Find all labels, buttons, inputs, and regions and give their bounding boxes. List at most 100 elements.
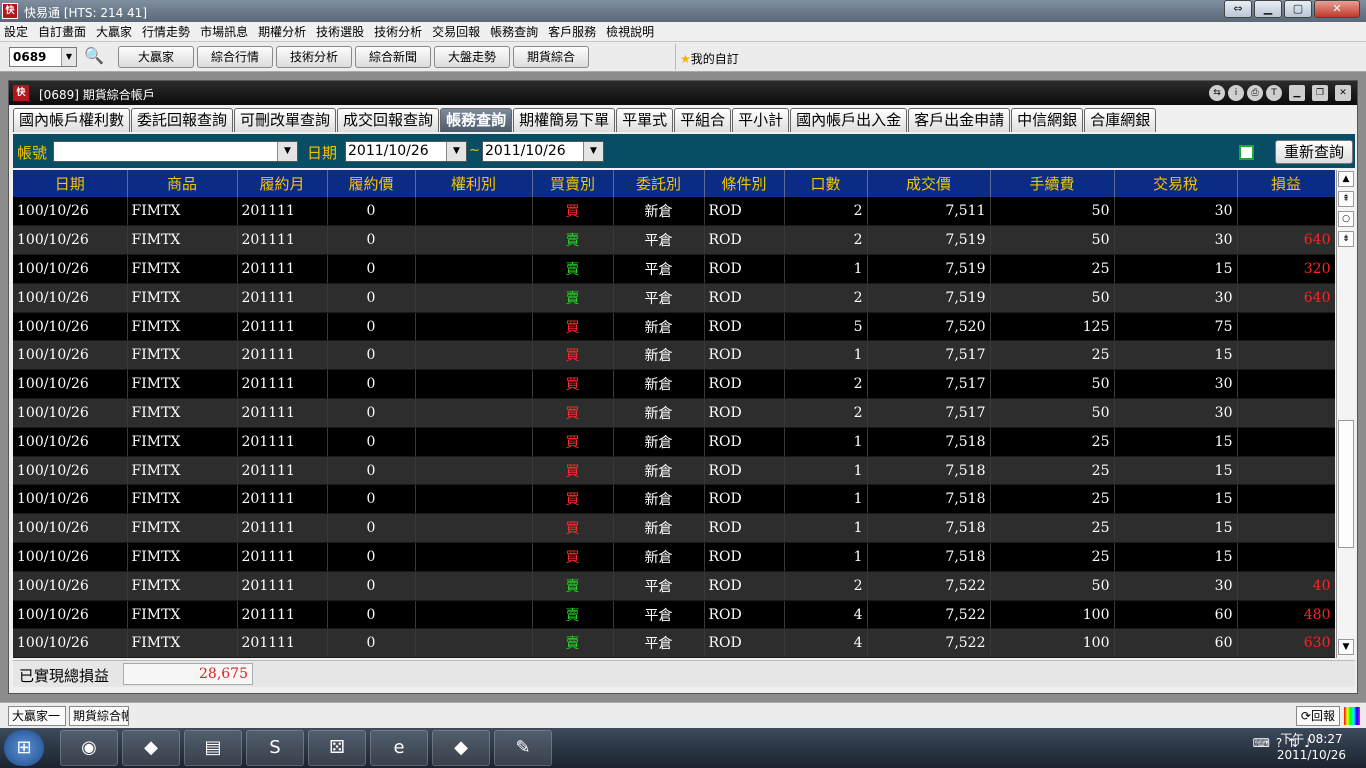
tab-quick-order[interactable]: 期權簡易下單 [513,108,616,132]
technical-analysis-button[interactable]: 技術分析 [276,46,352,68]
tab-close-subtotal[interactable]: 平小計 [732,108,790,132]
stock-code-select[interactable]: 0689 ▼ [9,47,77,67]
table-row[interactable]: 100/10/26 FIMTX 201111 0 賣平倉 ROD 2 7,519 50 30 640 [13,283,1335,313]
col-header-option-type[interactable]: 權利別 [415,170,533,197]
restore-swap-icon[interactable]: ⇔ [1224,0,1252,18]
text-icon[interactable]: T [1266,85,1282,101]
scroll-up-icon[interactable]: ▲ [1338,171,1354,187]
favorites-link[interactable]: ★我的自訂 [680,50,739,67]
tab-fill-reply[interactable]: 成交回報查詢 [337,108,440,132]
table-row[interactable]: 100/10/26 FIMTX 201111 0 買新倉 ROD 1 7,518 25 15 [13,427,1335,457]
tab-close-combo[interactable]: 平組合 [674,108,732,132]
start-button[interactable]: ⊞ [4,730,44,766]
table-row[interactable]: 100/10/26 FIMTX 201111 0 買新倉 ROD 1 7,517 25 15 [13,340,1335,371]
window-tab-futures-account[interactable]: 期貨綜合帳戶 [69,706,129,726]
table-row[interactable]: 100/10/26 FIMTX 201111 0 賣平倉 ROD 2 7,522 50 30 40 [13,571,1335,601]
panel-minimize-button[interactable]: ▁ [1289,85,1305,101]
menu-technical[interactable]: 技術分析 [374,23,422,40]
menu-custom-screen[interactable]: 自訂畫面 [38,23,86,40]
export-icon[interactable] [1239,145,1254,160]
requery-button[interactable]: 重新查詢 [1275,140,1353,164]
dice-icon[interactable]: ⚄ [308,730,366,766]
internet-explorer-icon[interactable]: e [370,730,428,766]
tab-tcb-bank[interactable]: 合庫網銀 [1084,108,1157,132]
menu-quotes[interactable]: 行情走勢 [142,23,190,40]
link-icon[interactable]: ⇆ [1209,85,1225,101]
trading-app-icon[interactable]: ◆ [122,730,180,766]
col-header-contract-month[interactable]: 履約月 [237,170,328,197]
keyboard-icon[interactable]: ⌨ [1253,736,1270,750]
winner-button[interactable]: 大贏家 [118,46,194,68]
menu-market-news[interactable]: 市場訊息 [200,23,248,40]
chevron-down-icon[interactable]: ▼ [277,142,297,161]
trading-app-active-icon[interactable]: ◆ [432,730,490,766]
minimize-button[interactable]: ▁ [1254,0,1282,18]
paint-icon[interactable]: ✎ [494,730,552,766]
index-trend-button[interactable]: 大盤走勢 [434,46,510,68]
print-icon[interactable]: ⎙ [1247,85,1263,101]
table-row[interactable]: 100/10/26 FIMTX 201111 0 買新倉 ROD 1 7,518 25 15 [13,542,1335,572]
table-row[interactable]: 100/10/26 FIMTX 201111 0 賣平倉 ROD 4 7,522 100 60 48… [13,600,1335,630]
color-palette-icon[interactable] [1344,707,1360,725]
market-quotes-button[interactable]: 綜合行情 [197,46,273,68]
window-tab-winner[interactable]: 大贏家一 [8,706,66,726]
col-header-date[interactable]: 日期 [13,170,128,197]
scroll-bottom-icon[interactable]: ⇟ [1338,231,1354,247]
tab-deposit-withdraw[interactable]: 國內帳戶出入金 [790,108,908,132]
search-icon[interactable]: 🔍 [84,46,104,66]
table-row[interactable]: 100/10/26 FIMTX 201111 0 賣平倉 ROD 1 7,519 25 15 320 [13,254,1335,284]
table-row[interactable]: 100/10/26 FIMTX 201111 0 買新倉 ROD 5 7,520 125 75 [13,312,1335,342]
menu-customer-service[interactable]: 客戶服務 [548,23,596,40]
col-header-fill-price[interactable]: 成交價 [867,170,991,197]
chevron-down-icon[interactable]: ▼ [61,48,76,66]
panel-restore-button[interactable]: ❐ [1312,85,1328,101]
chevron-down-icon[interactable]: ▼ [583,142,603,161]
maximize-button[interactable]: ▢ [1284,0,1312,18]
account-select[interactable]: ▼ [53,141,298,162]
menu-settings[interactable]: 設定 [4,23,28,40]
clock[interactable]: 下午 08:27 2011/10/26 [1277,731,1346,763]
file-explorer-icon[interactable]: ▤ [184,730,242,766]
tab-domestic-equity[interactable]: 國內帳戶權利數 [13,108,131,132]
tab-ctbc-bank[interactable]: 中信網銀 [1011,108,1084,132]
table-row[interactable]: 100/10/26 FIMTX 201111 0 買新倉 ROD 2 7,511 50 30 [13,197,1335,227]
scroll-top-icon[interactable]: ⇞ [1338,191,1354,207]
col-header-product[interactable]: 商品 [127,170,238,197]
vertical-scrollbar[interactable]: ▲ ⇞ ○ ⇟ ▼ [1336,170,1355,658]
panel-close-button[interactable]: ✕ [1335,85,1351,101]
table-row[interactable]: 100/10/26 FIMTX 201111 0 買新倉 ROD 1 7,518 25 15 [13,456,1335,486]
tab-order-reply[interactable]: 委託回報查詢 [131,108,234,132]
col-header-pnl[interactable]: 損益 [1237,170,1335,197]
news-button[interactable]: 綜合新聞 [355,46,431,68]
col-header-order-type[interactable]: 委託別 [613,170,705,197]
reply-button[interactable]: ⟳回報 [1295,706,1340,726]
col-header-fee[interactable]: 手續費 [990,170,1115,197]
table-row[interactable]: 100/10/26 FIMTX 201111 0 買新倉 ROD 1 7,518 25 15 [13,484,1335,515]
tab-withdraw-request[interactable]: 客戶出金申請 [908,108,1011,132]
tab-modifiable-orders[interactable]: 可刪改單查詢 [234,108,337,132]
col-header-tax[interactable]: 交易稅 [1114,170,1238,197]
scroll-down-icon[interactable]: ▼ [1338,639,1354,655]
menu-stock-screen[interactable]: 技術選股 [316,23,364,40]
menu-account-query[interactable]: 帳務查詢 [490,23,538,40]
futures-summary-button[interactable]: 期貨綜合 [513,46,589,68]
menu-help[interactable]: 檢視說明 [606,23,654,40]
table-row[interactable]: 100/10/26 FIMTX 201111 0 買新倉 ROD 2 7,517 50 30 [13,398,1335,428]
skype-icon[interactable]: S [246,730,304,766]
menu-options-analysis[interactable]: 期權分析 [258,23,306,40]
date-from-picker[interactable]: 2011/10/26 ▼ [345,141,467,162]
menu-winner[interactable]: 大贏家 [96,23,132,40]
chrome-icon[interactable]: ◉ [60,730,118,766]
date-to-picker[interactable]: 2011/10/26 ▼ [482,141,604,162]
col-header-lots[interactable]: 口數 [784,170,868,197]
table-row[interactable]: 100/10/26 FIMTX 201111 0 賣平倉 ROD 4 7,522 100 60 63… [13,628,1335,658]
menu-trade-reply[interactable]: 交易回報 [432,23,480,40]
table-row[interactable]: 100/10/26 FIMTX 201111 0 買新倉 ROD 1 7,518 25 15 [13,513,1335,544]
scroll-center-icon[interactable]: ○ [1338,211,1354,227]
col-header-side[interactable]: 買賣別 [532,170,614,197]
scroll-thumb[interactable] [1338,420,1354,548]
col-header-strike[interactable]: 履約價 [327,170,416,197]
tab-close-single[interactable]: 平單式 [616,108,674,132]
table-row[interactable]: 100/10/26 FIMTX 201111 0 賣平倉 ROD 2 7,519 50 30 640 [13,225,1335,256]
table-row[interactable]: 100/10/26 FIMTX 201111 0 買新倉 ROD 2 7,517 50 30 [13,369,1335,400]
